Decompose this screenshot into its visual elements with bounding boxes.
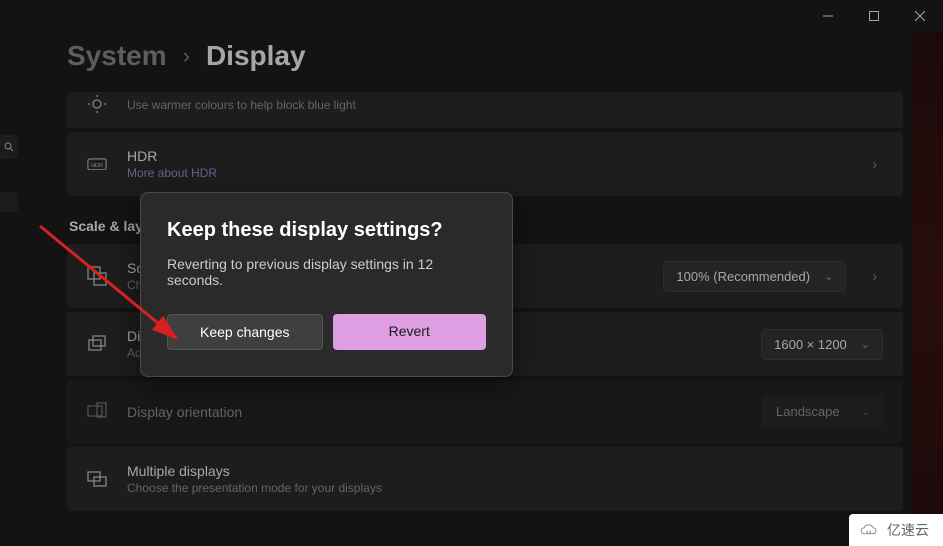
dialog-title: Keep these display settings?: [167, 219, 486, 242]
revert-button[interactable]: Revert: [333, 314, 487, 350]
dialog-text: Reverting to previous display settings i…: [167, 256, 486, 288]
cloud-icon: [859, 523, 881, 537]
watermark-text: 亿速云: [887, 520, 929, 540]
keep-settings-dialog: Keep these display settings? Reverting t…: [140, 192, 513, 377]
watermark: 亿速云: [849, 514, 943, 546]
keep-changes-button[interactable]: Keep changes: [167, 314, 323, 350]
